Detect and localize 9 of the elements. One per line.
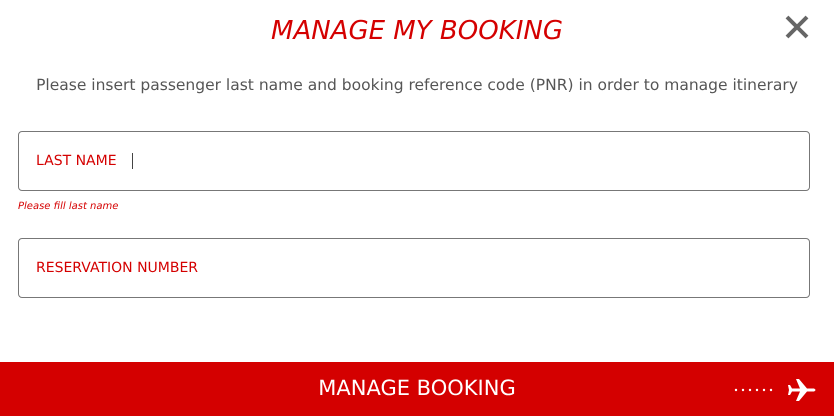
input-field[interactable]: RESERVATION NUMBER [18,238,810,298]
error-message: Please fill last name [18,200,118,214]
plane-icon [734,377,818,403]
input-field[interactable]: LAST NAME [18,131,810,191]
close-button[interactable] [784,14,810,40]
dialog-title: MANAGE MY BOOKING [271,15,563,48]
close-icon [784,14,810,40]
instructions-text: Please insert passenger last name and booking reference code (PNR) in order to manage itinerary [36,75,798,96]
manage-booking-button[interactable]: MANAGE BOOKING [0,362,834,416]
